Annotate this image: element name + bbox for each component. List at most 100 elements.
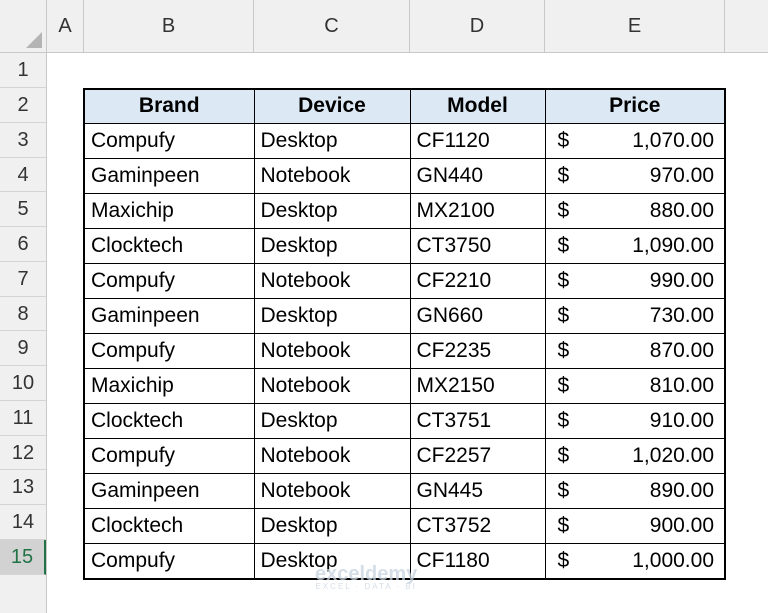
- row-header-bar: 1 2 3 4 5 6 7 8 9 10 11 12 13 14 15: [0, 53, 47, 613]
- row-header-1[interactable]: 1: [0, 53, 46, 88]
- cell-brand[interactable]: Compufy: [83, 262, 255, 299]
- header-brand[interactable]: Brand: [83, 88, 255, 124]
- cell-model[interactable]: GN440: [409, 157, 546, 194]
- cell-price[interactable]: $1,020.00: [544, 437, 726, 474]
- row-header-10[interactable]: 10: [0, 366, 46, 401]
- column-header-c[interactable]: C: [254, 0, 410, 52]
- cell-device[interactable]: Desktop: [253, 192, 411, 229]
- price-amount: 1,070.00: [632, 128, 714, 152]
- currency-symbol: $: [557, 408, 570, 432]
- row-header-5[interactable]: 5: [0, 192, 46, 227]
- cell-price[interactable]: $810.00: [544, 367, 726, 404]
- column-header-d[interactable]: D: [410, 0, 545, 52]
- cell-model[interactable]: CT3751: [409, 402, 546, 439]
- cell-brand[interactable]: Clocktech: [83, 507, 255, 544]
- price-amount: 810.00: [649, 373, 714, 397]
- cell-price[interactable]: $1,070.00: [544, 122, 726, 159]
- currency-symbol: $: [557, 443, 570, 467]
- cell-brand[interactable]: Maxichip: [83, 192, 255, 229]
- currency-symbol: $: [557, 373, 570, 397]
- cell-model[interactable]: GN445: [409, 472, 546, 509]
- row-header-14[interactable]: 14: [0, 505, 46, 540]
- cell-price[interactable]: $900.00: [544, 507, 726, 544]
- cell-device[interactable]: Notebook: [253, 262, 411, 299]
- cell-price[interactable]: $910.00: [544, 402, 726, 439]
- row-header-12[interactable]: 12: [0, 436, 46, 471]
- cell-brand[interactable]: Gaminpeen: [83, 297, 255, 334]
- table-row: Maxichip Notebook MX2150 $810.00: [83, 367, 726, 404]
- select-all-button[interactable]: [0, 0, 47, 53]
- column-header-b[interactable]: B: [84, 0, 254, 52]
- cell-price[interactable]: $970.00: [544, 157, 726, 194]
- price-amount: 730.00: [649, 303, 714, 327]
- row-header-2[interactable]: 2: [0, 88, 46, 123]
- currency-symbol: $: [557, 303, 570, 327]
- row-header-11[interactable]: 11: [0, 401, 46, 436]
- cell-brand[interactable]: Clocktech: [83, 227, 255, 264]
- row-header-9[interactable]: 9: [0, 331, 46, 366]
- cell-brand[interactable]: Gaminpeen: [83, 472, 255, 509]
- cell-price[interactable]: $1,090.00: [544, 227, 726, 264]
- price-amount: 870.00: [649, 338, 714, 362]
- cell-model[interactable]: GN660: [409, 297, 546, 334]
- cell-model[interactable]: CF2257: [409, 437, 546, 474]
- cell-price[interactable]: $870.00: [544, 332, 726, 369]
- currency-symbol: $: [557, 478, 570, 502]
- price-amount: 970.00: [649, 163, 714, 187]
- cell-model[interactable]: CF2210: [409, 262, 546, 299]
- cell-device[interactable]: Notebook: [253, 157, 411, 194]
- cell-model[interactable]: CF2235: [409, 332, 546, 369]
- cell-price[interactable]: $890.00: [544, 472, 726, 509]
- cell-device[interactable]: Notebook: [253, 332, 411, 369]
- header-model[interactable]: Model: [409, 88, 546, 124]
- cell-device[interactable]: Desktop: [253, 402, 411, 439]
- cell-price[interactable]: $880.00: [544, 192, 726, 229]
- column-header-e[interactable]: E: [545, 0, 725, 52]
- row-header-6[interactable]: 6: [0, 227, 46, 262]
- cell-brand[interactable]: Compufy: [83, 542, 255, 579]
- cell-model[interactable]: CF1120: [409, 122, 546, 159]
- currency-symbol: $: [557, 513, 570, 537]
- cell-model[interactable]: MX2100: [409, 192, 546, 229]
- cell-device[interactable]: Notebook: [253, 472, 411, 509]
- cell-device[interactable]: Desktop: [253, 507, 411, 544]
- table-row: Compufy Notebook CF2235 $870.00: [83, 332, 726, 369]
- currency-symbol: $: [557, 198, 570, 222]
- header-price[interactable]: Price: [544, 88, 726, 124]
- row-header-8[interactable]: 8: [0, 297, 46, 332]
- cell-price[interactable]: $730.00: [544, 297, 726, 334]
- table-header-row: Brand Device Model Price: [83, 88, 726, 124]
- row-header-4[interactable]: 4: [0, 158, 46, 193]
- row-header-15[interactable]: 15: [0, 539, 46, 575]
- cell-brand[interactable]: Maxichip: [83, 367, 255, 404]
- cell-brand[interactable]: Compufy: [83, 437, 255, 474]
- cell-brand[interactable]: Compufy: [83, 332, 255, 369]
- table-row: Clocktech Desktop CT3752 $900.00: [83, 507, 726, 544]
- column-header-a[interactable]: A: [47, 0, 84, 52]
- table-row: Compufy Notebook CF2210 $990.00: [83, 262, 726, 299]
- row-header-7[interactable]: 7: [0, 262, 46, 297]
- cell-price[interactable]: $990.00: [544, 262, 726, 299]
- cell-device[interactable]: Desktop: [253, 297, 411, 334]
- table-row: Clocktech Desktop CT3751 $910.00: [83, 402, 726, 439]
- cell-model[interactable]: MX2150: [409, 367, 546, 404]
- cell-brand[interactable]: Clocktech: [83, 402, 255, 439]
- cell-model[interactable]: CT3752: [409, 507, 546, 544]
- price-amount: 890.00: [649, 478, 714, 502]
- cell-model[interactable]: CT3750: [409, 227, 546, 264]
- cell-price[interactable]: $1,000.00: [544, 542, 726, 579]
- cell-device[interactable]: Desktop: [253, 122, 411, 159]
- row-header-13[interactable]: 13: [0, 470, 46, 505]
- cell-brand[interactable]: Compufy: [83, 122, 255, 159]
- cell-device[interactable]: Notebook: [253, 437, 411, 474]
- row-header-3[interactable]: 3: [0, 123, 46, 158]
- cell-brand[interactable]: Gaminpeen: [83, 157, 255, 194]
- currency-symbol: $: [557, 268, 570, 292]
- price-amount: 1,020.00: [632, 443, 714, 467]
- exceldemy-watermark-logo: exceldemy EXCEL · DATA · BI: [315, 563, 417, 591]
- cell-model[interactable]: CF1180: [409, 542, 546, 579]
- column-header-blank[interactable]: [725, 0, 768, 52]
- cell-device[interactable]: Notebook: [253, 367, 411, 404]
- cell-device[interactable]: Desktop: [253, 227, 411, 264]
- header-device[interactable]: Device: [253, 88, 411, 124]
